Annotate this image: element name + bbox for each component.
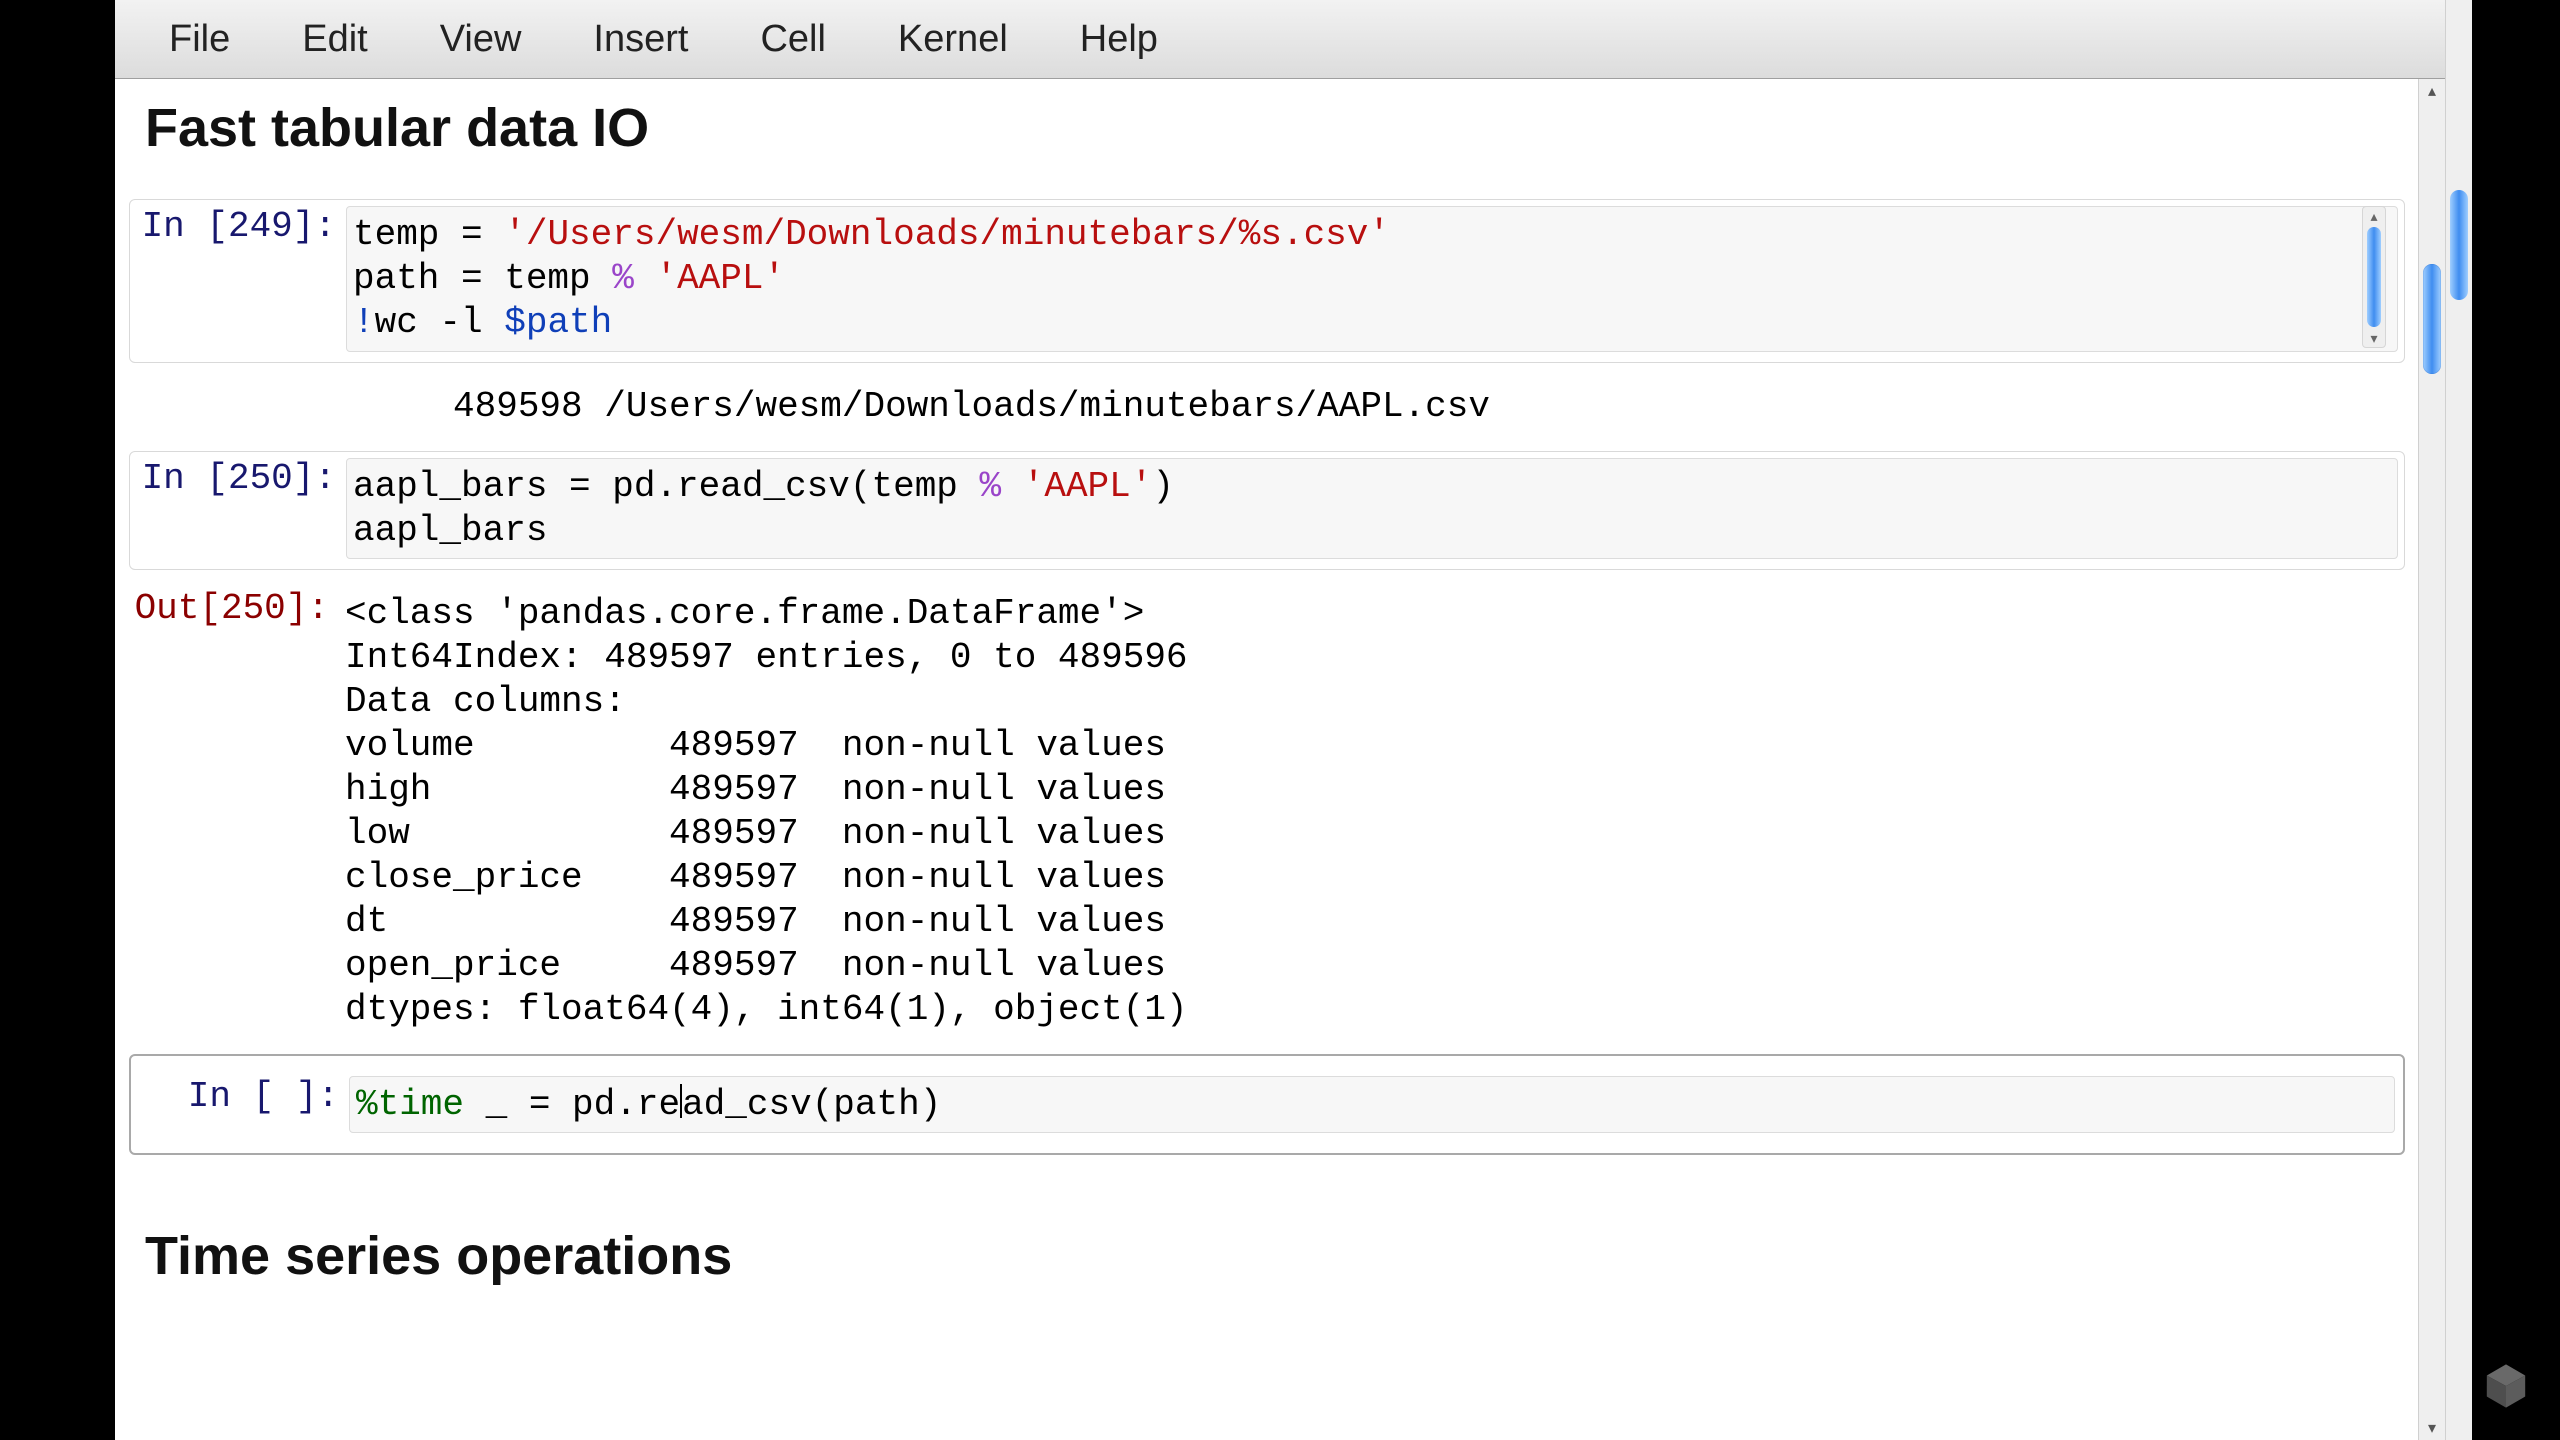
menu-insert[interactable]: Insert [557, 12, 724, 67]
cell-scrollbar-thumb[interactable] [2367, 227, 2381, 327]
menu-cell[interactable]: Cell [724, 12, 861, 67]
window-scrollbar-thumb[interactable] [2450, 190, 2468, 300]
prompt-in-active: In [ ]: [139, 1076, 349, 1117]
chevron-up-icon[interactable]: ▴ [2419, 79, 2445, 103]
chevron-down-icon[interactable]: ▾ [2370, 329, 2377, 347]
prompt-empty [129, 381, 339, 422]
menu-kernel[interactable]: Kernel [862, 12, 1044, 67]
menu-file[interactable]: File [133, 12, 266, 67]
chevron-down-icon[interactable]: ▾ [2419, 1416, 2445, 1440]
code-input-249[interactable]: temp = '/Users/wesm/Downloads/minutebars… [346, 206, 2398, 352]
notebook-scrollbar[interactable]: ▴ ▾ [2418, 79, 2445, 1440]
menu-edit[interactable]: Edit [266, 12, 403, 67]
chevron-up-icon[interactable]: ▴ [2370, 207, 2377, 225]
heading-fast-tabular-data-io: Fast tabular data IO [145, 97, 2419, 159]
window-scrollbar[interactable] [2445, 0, 2472, 1440]
code-cell-250[interactable]: In [250]: aapl_bars = pd.read_csv(temp %… [129, 451, 2405, 571]
notebook-content: Fast tabular data IO In [249]: temp = '/… [115, 79, 2419, 1440]
output-cell-250: Out[250]: <class 'pandas.core.frame.Data… [129, 588, 2405, 1035]
code-cell-active[interactable]: In [ ]: %time _ = pd.read_csv(path) [129, 1054, 2405, 1156]
notebook-scrollbar-thumb[interactable] [2423, 264, 2441, 374]
menu-help[interactable]: Help [1044, 12, 1194, 67]
output-text-250: <class 'pandas.core.frame.DataFrame'> In… [339, 588, 2405, 1035]
menubar: File Edit View Insert Cell Kernel Help [115, 0, 2445, 79]
code-input-250[interactable]: aapl_bars = pd.read_csv(temp % 'AAPL') a… [346, 458, 2398, 560]
heading-time-series-operations: Time series operations [145, 1225, 2419, 1287]
cell-output-scrollbar[interactable]: ▴ ▾ [2362, 206, 2386, 348]
watermark-cube-icon [2482, 1362, 2530, 1410]
stdout-cell-249: 489598 /Users/wesm/Downloads/minutebars/… [129, 381, 2405, 433]
code-cell-249[interactable]: In [249]: temp = '/Users/wesm/Downloads/… [129, 199, 2405, 363]
prompt-in-250: In [250]: [136, 458, 346, 499]
stdout-text-249: 489598 /Users/wesm/Downloads/minutebars/… [339, 381, 2405, 433]
menu-view[interactable]: View [404, 12, 558, 67]
prompt-in-249: In [249]: [136, 206, 346, 247]
prompt-out-250: Out[250]: [129, 588, 339, 629]
code-input-active[interactable]: %time _ = pd.read_csv(path) [349, 1076, 2395, 1134]
